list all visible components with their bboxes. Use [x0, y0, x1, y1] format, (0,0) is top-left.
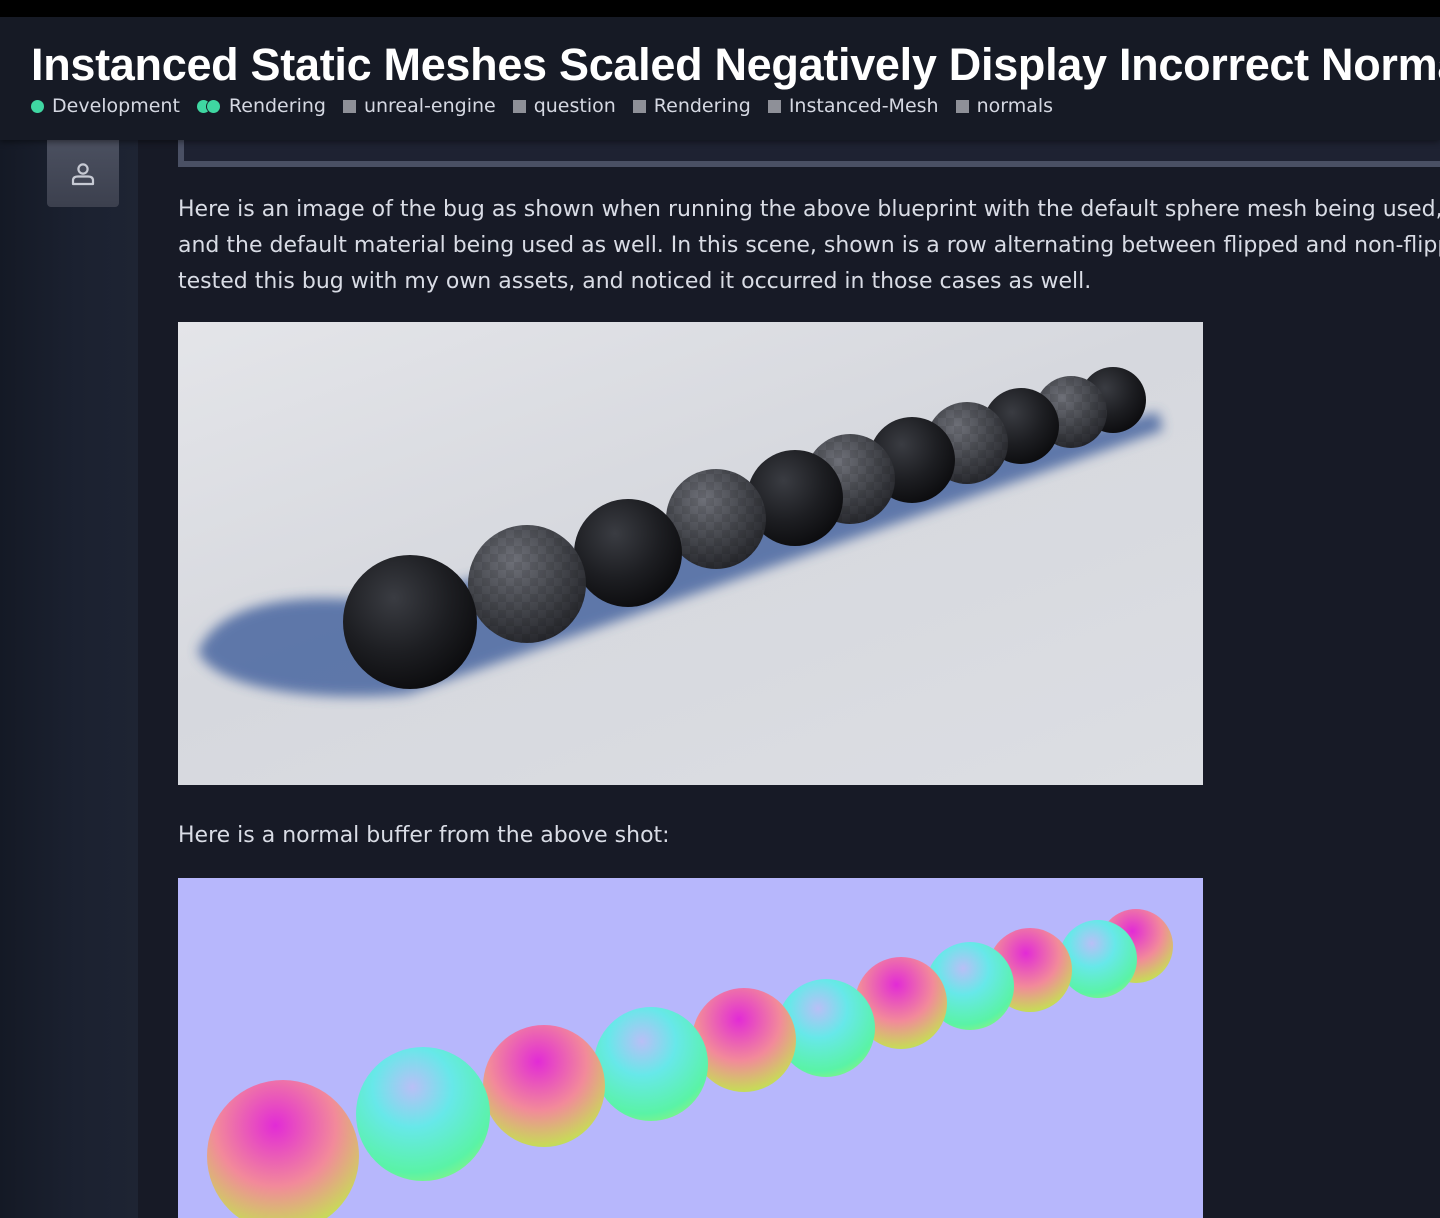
user-icon — [71, 162, 95, 185]
paragraph-line: tested this bug with my own assets, and … — [178, 269, 1092, 294]
tag-normals[interactable]: normals — [955, 95, 1054, 117]
tag-label: Rendering — [653, 95, 751, 117]
tag-unreal-engine[interactable]: unreal-engine — [342, 95, 496, 117]
tag-label: unreal-engine — [363, 95, 496, 117]
tag-square-icon — [512, 99, 526, 113]
paragraph-line: and the default material being used as w… — [178, 233, 1440, 258]
tag-square-icon — [342, 99, 356, 113]
bug-screenshot-image[interactable] — [178, 322, 1203, 785]
category-tag-development[interactable]: Development — [31, 95, 180, 117]
tag-label: Rendering — [228, 95, 326, 117]
avatar[interactable] — [47, 140, 119, 207]
window-top-strip — [0, 0, 1440, 17]
post-paragraph: Here is a normal buffer from the above s… — [178, 823, 670, 848]
category-tag-rendering[interactable]: Rendering — [196, 95, 326, 117]
post-sidebar — [0, 140, 138, 1218]
tag-label: Development — [52, 95, 180, 117]
sphere — [343, 555, 477, 689]
tag-rendering[interactable]: Rendering — [632, 95, 751, 117]
tag-label: Instanced-Mesh — [788, 95, 939, 117]
normal-sphere — [1059, 920, 1137, 998]
sphere-checker — [468, 525, 586, 643]
topic-title[interactable]: Instanced Static Meshes Scaled Negativel… — [31, 39, 1440, 91]
tag-label: question — [533, 95, 616, 117]
tag-list: Development Rendering unreal-engine ques… — [31, 94, 1070, 118]
normal-sphere — [594, 1007, 708, 1121]
tag-square-icon — [955, 99, 969, 113]
blockquote-bottom-edge — [178, 140, 1440, 167]
tag-square-icon — [632, 99, 646, 113]
paragraph-line: Here is an image of the bug as shown whe… — [178, 197, 1440, 222]
normal-sphere — [692, 988, 796, 1092]
post-paragraph: Here is an image of the bug as shown whe… — [178, 192, 1440, 300]
subcategory-dot-icon — [196, 99, 221, 113]
category-dot-icon — [31, 99, 44, 113]
normal-sphere — [356, 1047, 490, 1181]
tag-square-icon — [767, 99, 781, 113]
normal-sphere — [207, 1080, 359, 1218]
tag-instanced-mesh[interactable]: Instanced-Mesh — [767, 95, 939, 117]
normal-buffer-image[interactable] — [178, 878, 1203, 1218]
topic-header: Instanced Static Meshes Scaled Negativel… — [0, 17, 1440, 140]
normal-sphere — [483, 1025, 605, 1147]
sphere — [574, 499, 682, 607]
tag-question[interactable]: question — [512, 95, 616, 117]
tag-label: normals — [976, 95, 1054, 117]
